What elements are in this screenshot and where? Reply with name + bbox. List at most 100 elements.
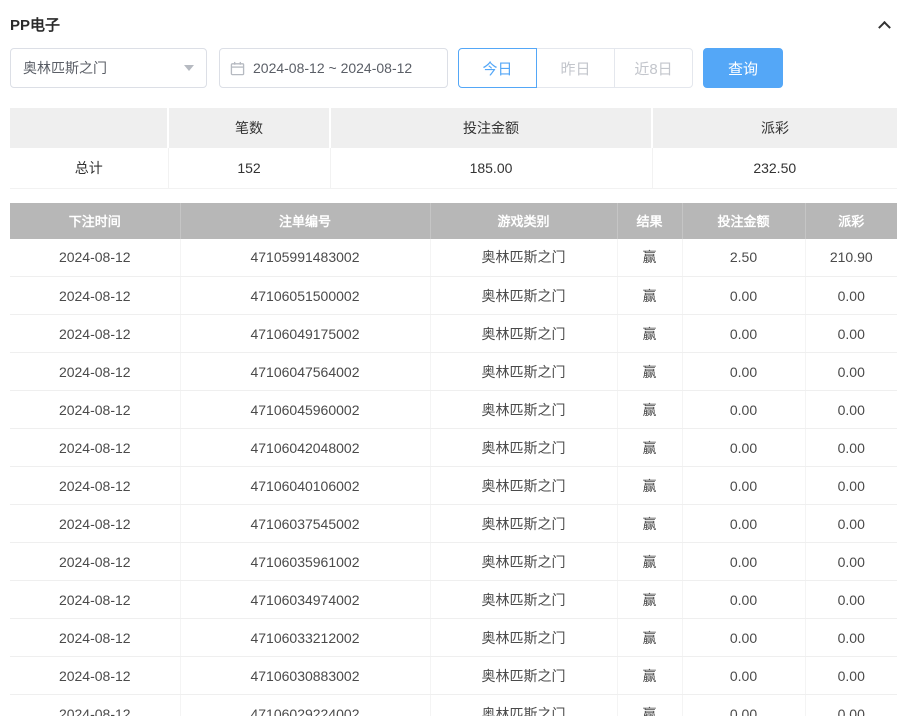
table-cell: 奥林匹斯之门 xyxy=(430,504,618,543)
table-row: 2024-08-12 47106045960002 奥林匹斯之门赢 0.00 0.00 xyxy=(10,390,897,429)
table-row: 2024-08-12 47106040106002 奥林匹斯之门赢 0.00 0.00 xyxy=(10,466,897,505)
summary-total-row: 总计 152 185.00 232.50 xyxy=(10,148,897,189)
summary-header-bet-amount: 投注金额 xyxy=(330,108,653,148)
summary-total-payout: 232.50 xyxy=(652,148,897,189)
table-cell: 210.90 xyxy=(805,238,897,277)
table-cell: 0.00 xyxy=(682,694,806,716)
table-cell: 47106034974002 xyxy=(180,580,431,619)
summary-total-label: 总计 xyxy=(10,148,169,189)
table-cell: 47106051500002 xyxy=(180,276,431,315)
table-cell: 奥林匹斯之门 xyxy=(430,656,618,695)
table-cell: 0.00 xyxy=(805,428,897,467)
table-cell: 47106033212002 xyxy=(180,618,431,657)
table-cell: 47106035961002 xyxy=(180,542,431,581)
column-header-result: 结果 xyxy=(617,202,683,239)
table-cell: 2024-08-12 xyxy=(10,390,181,429)
table-cell: 奥林匹斯之门 xyxy=(430,618,618,657)
column-header-bet-amount: 投注金额 xyxy=(682,202,806,239)
table-cell: 47106029224002 xyxy=(180,694,431,716)
table-cell: 47106042048002 xyxy=(180,428,431,467)
game-select[interactable]: 奥林匹斯之门 xyxy=(10,48,207,88)
table-cell: 0.00 xyxy=(805,694,897,716)
table-cell: 47105991483002 xyxy=(180,238,431,277)
pp-electronic-panel: PP电子 奥林匹斯之门 2024-08-12 ~ 2024-08-12 今日 昨… xyxy=(0,0,907,716)
table-cell: 2024-08-12 xyxy=(10,504,181,543)
table-cell: 0.00 xyxy=(805,542,897,581)
column-header-bet-time: 下注时间 xyxy=(10,202,181,239)
table-cell: 赢 xyxy=(617,694,683,716)
table-cell: 0.00 xyxy=(682,466,806,505)
table-cell: 0.00 xyxy=(805,618,897,657)
summary-header-blank xyxy=(10,108,169,148)
table-cell: 0.00 xyxy=(682,276,806,315)
table-row: 2024-08-12 47106051500002 奥林匹斯之门赢 0.00 0.00 xyxy=(10,276,897,315)
collapse-button[interactable] xyxy=(871,13,897,35)
table-row: 2024-08-12 47106035961002 奥林匹斯之门赢 0.00 0.00 xyxy=(10,542,897,581)
table-cell: 0.00 xyxy=(805,504,897,543)
table-cell: 0.00 xyxy=(805,276,897,315)
table-cell: 奥林匹斯之门 xyxy=(430,276,618,315)
search-button[interactable]: 查询 xyxy=(703,48,783,88)
table-cell: 奥林匹斯之门 xyxy=(430,238,618,277)
table-cell: 赢 xyxy=(617,656,683,695)
table-cell: 2024-08-12 xyxy=(10,694,181,716)
column-header-payout: 派彩 xyxy=(805,202,897,239)
table-cell: 2024-08-12 xyxy=(10,276,181,315)
chevron-up-icon xyxy=(877,20,891,34)
table-cell: 47106045960002 xyxy=(180,390,431,429)
table-cell: 赢 xyxy=(617,542,683,581)
column-header-game-type: 游戏类别 xyxy=(430,202,618,239)
table-row: 2024-08-12 47106037545002 奥林匹斯之门赢 0.00 0.00 xyxy=(10,504,897,543)
table-row: 2024-08-12 47106034974002 奥林匹斯之门赢 0.00 0.00 xyxy=(10,580,897,619)
table-cell: 2024-08-12 xyxy=(10,580,181,619)
table-cell: 奥林匹斯之门 xyxy=(430,542,618,581)
table-cell: 0.00 xyxy=(805,656,897,695)
date-range-picker[interactable]: 2024-08-12 ~ 2024-08-12 xyxy=(219,48,448,88)
table-cell: 2024-08-12 xyxy=(10,428,181,467)
table-row: 2024-08-12 47106030883002 奥林匹斯之门赢 0.00 0.00 xyxy=(10,656,897,695)
today-button[interactable]: 今日 xyxy=(458,48,537,88)
table-cell: 2024-08-12 xyxy=(10,618,181,657)
table-cell: 0.00 xyxy=(805,352,897,391)
table-cell: 2024-08-12 xyxy=(10,656,181,695)
yesterday-button[interactable]: 昨日 xyxy=(536,48,615,88)
table-cell: 2024-08-12 xyxy=(10,542,181,581)
table-cell: 47106049175002 xyxy=(180,314,431,353)
table-cell: 47106030883002 xyxy=(180,656,431,695)
table-cell: 2024-08-12 xyxy=(10,352,181,391)
table-cell: 0.00 xyxy=(805,314,897,353)
table-cell: 0.00 xyxy=(805,390,897,429)
table-row: 2024-08-12 47106049175002 奥林匹斯之门赢 0.00 0.00 xyxy=(10,314,897,353)
table-cell: 奥林匹斯之门 xyxy=(430,694,618,716)
table-cell: 赢 xyxy=(617,580,683,619)
last-8-days-button[interactable]: 近8日 xyxy=(614,48,693,88)
table-row: 2024-08-12 47105991483002 奥林匹斯之门赢 2.50 210.9… xyxy=(10,238,897,277)
table-cell: 2024-08-12 xyxy=(10,238,181,277)
table-cell: 0.00 xyxy=(682,618,806,657)
summary-header-payout: 派彩 xyxy=(652,108,897,148)
summary-total-bet-amount: 185.00 xyxy=(330,148,653,189)
page-title: PP电子 xyxy=(10,16,61,34)
table-cell: 赢 xyxy=(617,314,683,353)
table-cell: 47106040106002 xyxy=(180,466,431,505)
table-cell: 0.00 xyxy=(682,390,806,429)
table-cell: 奥林匹斯之门 xyxy=(430,390,618,429)
calendar-icon xyxy=(230,61,245,75)
game-select-value: 奥林匹斯之门 xyxy=(23,60,107,76)
table-cell: 0.00 xyxy=(682,504,806,543)
bet-records-table: 下注时间 注单编号 游戏类别 结果 投注金额 派彩 2024-08-12 4710… xyxy=(10,202,897,716)
table-cell: 0.00 xyxy=(682,428,806,467)
date-range-value: 2024-08-12 ~ 2024-08-12 xyxy=(253,60,413,76)
table-cell: 奥林匹斯之门 xyxy=(430,314,618,353)
table-cell: 0.00 xyxy=(682,314,806,353)
summary-header-count: 笔数 xyxy=(168,108,331,148)
panel-header: PP电子 xyxy=(10,10,897,38)
table-cell: 2024-08-12 xyxy=(10,466,181,505)
table-cell: 赢 xyxy=(617,618,683,657)
table-cell: 47106037545002 xyxy=(180,504,431,543)
table-cell: 赢 xyxy=(617,390,683,429)
summary-table: 笔数 投注金额 派彩 总计 152 185.00 232.50 xyxy=(10,108,897,189)
table-row: 2024-08-12 47106047564002 奥林匹斯之门赢 0.00 0.00 xyxy=(10,352,897,391)
table-cell: 2.50 xyxy=(682,238,806,277)
table-cell: 赢 xyxy=(617,276,683,315)
